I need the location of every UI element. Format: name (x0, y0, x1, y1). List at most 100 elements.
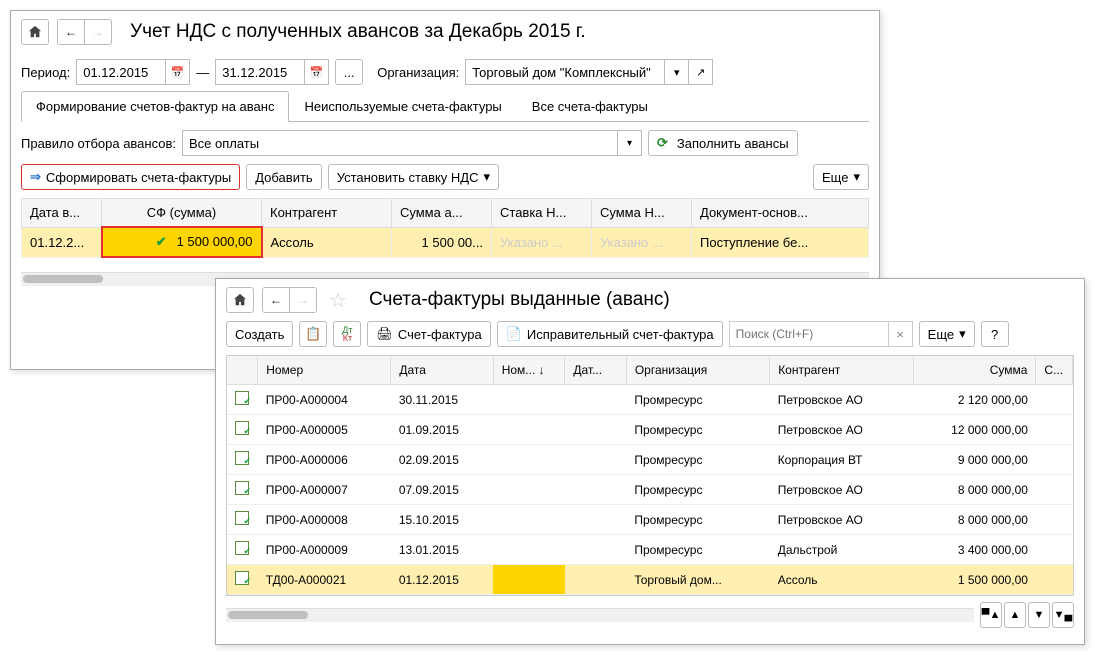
cell-agent: Дальстрой (770, 535, 913, 565)
cell-dat (565, 415, 626, 445)
date-to-input[interactable] (215, 59, 305, 85)
favorite-star-icon[interactable]: ☆ (329, 288, 347, 313)
cell-icon (227, 505, 258, 535)
back-button[interactable]: ← (57, 19, 85, 45)
table-row[interactable]: 01.12.2... ✔1 500 000,00 Ассоль 1 500 00… (22, 227, 869, 257)
cell-org: Промресурс (626, 445, 769, 475)
fill-advances-button[interactable]: Заполнить авансы (648, 130, 798, 156)
rule-label: Правило отбора авансов: (21, 136, 176, 151)
cell-sum: 1 500 00... (392, 227, 492, 257)
search-input[interactable] (729, 321, 889, 347)
dtkt-button[interactable]: ДтКт (333, 321, 361, 347)
col-extra[interactable]: С... (1036, 356, 1073, 385)
date-from-input[interactable] (76, 59, 166, 85)
period-picker-button[interactable]: ... (335, 59, 363, 85)
arrow-right-icon: → (92, 25, 104, 39)
period-label: Период: (21, 65, 70, 80)
tab-all[interactable]: Все счета-фактуры (517, 91, 663, 122)
org-open-icon[interactable]: ↗ (689, 59, 713, 85)
cell-org: Промресурс (626, 475, 769, 505)
date-from-calendar-icon[interactable]: 📅 (166, 59, 190, 85)
tab-unused[interactable]: Неиспользуемые счета-фактуры (289, 91, 516, 122)
create-button[interactable]: Создать (226, 321, 293, 347)
cell-nom (493, 445, 565, 475)
col-sum[interactable]: Сумма а... (392, 199, 492, 228)
cell-icon (227, 535, 258, 565)
cell-extra (1036, 415, 1073, 445)
col-agent[interactable]: Контрагент (770, 356, 913, 385)
cell-icon (227, 475, 258, 505)
more-button[interactable]: Еще ▾ (813, 164, 869, 190)
home-button[interactable] (21, 19, 49, 45)
tab-forming[interactable]: Формирование счетов-фактур на аванс (21, 91, 289, 122)
home-button[interactable] (226, 287, 254, 313)
rule-select[interactable] (182, 130, 618, 156)
cell-org: Промресурс (626, 385, 769, 415)
table-row[interactable]: ПР00-А00000602.09.2015ПромресурсКорпорац… (227, 445, 1073, 475)
nav-last-button[interactable]: ▼▄ (1052, 602, 1074, 628)
cell-number: ТД00-А000021 (258, 565, 391, 595)
org-input[interactable] (465, 59, 665, 85)
forward-button[interactable]: → (84, 19, 112, 45)
form-invoices-button[interactable]: ⇒ Сформировать счета-фактуры (21, 164, 240, 190)
check-icon: ✔ (156, 234, 167, 249)
table-row[interactable]: ПР00-А00000430.11.2015ПромресурсПетровск… (227, 385, 1073, 415)
col-org[interactable]: Организация (626, 356, 769, 385)
col-vatsum[interactable]: Сумма Н... (592, 199, 692, 228)
help-button[interactable]: ? (981, 321, 1009, 347)
add-button[interactable]: Добавить (246, 164, 321, 190)
cell-number: ПР00-А000009 (258, 535, 391, 565)
cell-date: 13.01.2015 (391, 535, 493, 565)
col-nom[interactable]: Ном... ↓ (493, 356, 565, 385)
more-label: Еще (928, 327, 954, 342)
table-row[interactable]: ПР00-А00000913.01.2015ПромресурсДальстро… (227, 535, 1073, 565)
col-date[interactable]: Дата (391, 356, 493, 385)
nav-first-button[interactable]: ▀▲ (980, 602, 1002, 628)
back-button[interactable]: ← (262, 287, 290, 313)
col-sf[interactable]: СФ (сумма) (102, 199, 262, 228)
nav-up-button[interactable]: ▲ (1004, 602, 1026, 628)
col-dat[interactable]: Дат... (565, 356, 626, 385)
cell-dat (565, 445, 626, 475)
cell-sum: 9 000 000,00 (913, 445, 1036, 475)
col-date[interactable]: Дата в... (22, 199, 102, 228)
chevron-down-icon: ▾ (959, 326, 966, 342)
more-button[interactable]: Еще ▾ (919, 321, 975, 347)
cell-agent: Корпорация ВТ (770, 445, 913, 475)
cell-nom (493, 415, 565, 445)
cell-dat (565, 505, 626, 535)
col-doc[interactable]: Документ-основ... (692, 199, 869, 228)
cell-date: 15.10.2015 (391, 505, 493, 535)
nav-buttons: ▀▲ ▲ ▼ ▼▄ (980, 602, 1074, 628)
set-vat-label: Установить ставку НДС (337, 170, 479, 185)
search-clear-button[interactable]: × (889, 321, 913, 347)
cell-agent: Петровское АО (770, 385, 913, 415)
cell-number: ПР00-А000005 (258, 415, 391, 445)
print-sf-button[interactable]: 🖨Счет-фактура (367, 321, 490, 347)
col-rate[interactable]: Ставка Н... (492, 199, 592, 228)
table-row[interactable]: ПР00-А00000707.09.2015ПромресурсПетровск… (227, 475, 1073, 505)
cell-sf: ✔1 500 000,00 (102, 227, 262, 257)
date-to-calendar-icon[interactable]: 📅 (305, 59, 329, 85)
document-icon (235, 421, 249, 435)
table-row[interactable]: ПР00-А00000815.10.2015ПромресурсПетровск… (227, 505, 1073, 535)
set-vat-button[interactable]: Установить ставку НДС ▾ (328, 164, 499, 190)
horizontal-scrollbar[interactable] (226, 608, 974, 622)
col-number[interactable]: Номер (258, 356, 391, 385)
titlebar: ← → ☆ Счета-фактуры выданные (аванс) (216, 279, 1084, 321)
forward-button[interactable]: → (289, 287, 317, 313)
cell-icon (227, 565, 258, 595)
cell-dat (565, 535, 626, 565)
nav-down-button[interactable]: ▼ (1028, 602, 1050, 628)
col-sum[interactable]: Сумма (913, 356, 1036, 385)
table-row[interactable]: ПР00-А00000501.09.2015ПромресурсПетровск… (227, 415, 1073, 445)
org-dropdown-icon[interactable]: ▾ (665, 59, 689, 85)
table-row[interactable]: ТД00-А00002101.12.2015Торговый дом...Асс… (227, 565, 1073, 595)
copy-button[interactable]: 📋 (299, 321, 327, 347)
col-agent[interactable]: Контрагент (262, 199, 392, 228)
rule-dropdown-icon[interactable]: ▾ (618, 130, 642, 156)
cell-sum: 8 000 000,00 (913, 505, 1036, 535)
page-title: Счета-фактуры выданные (аванс) (369, 289, 670, 311)
correction-sf-button[interactable]: 📄Исправительный счет-фактура (497, 321, 723, 347)
cell-date: 02.09.2015 (391, 445, 493, 475)
